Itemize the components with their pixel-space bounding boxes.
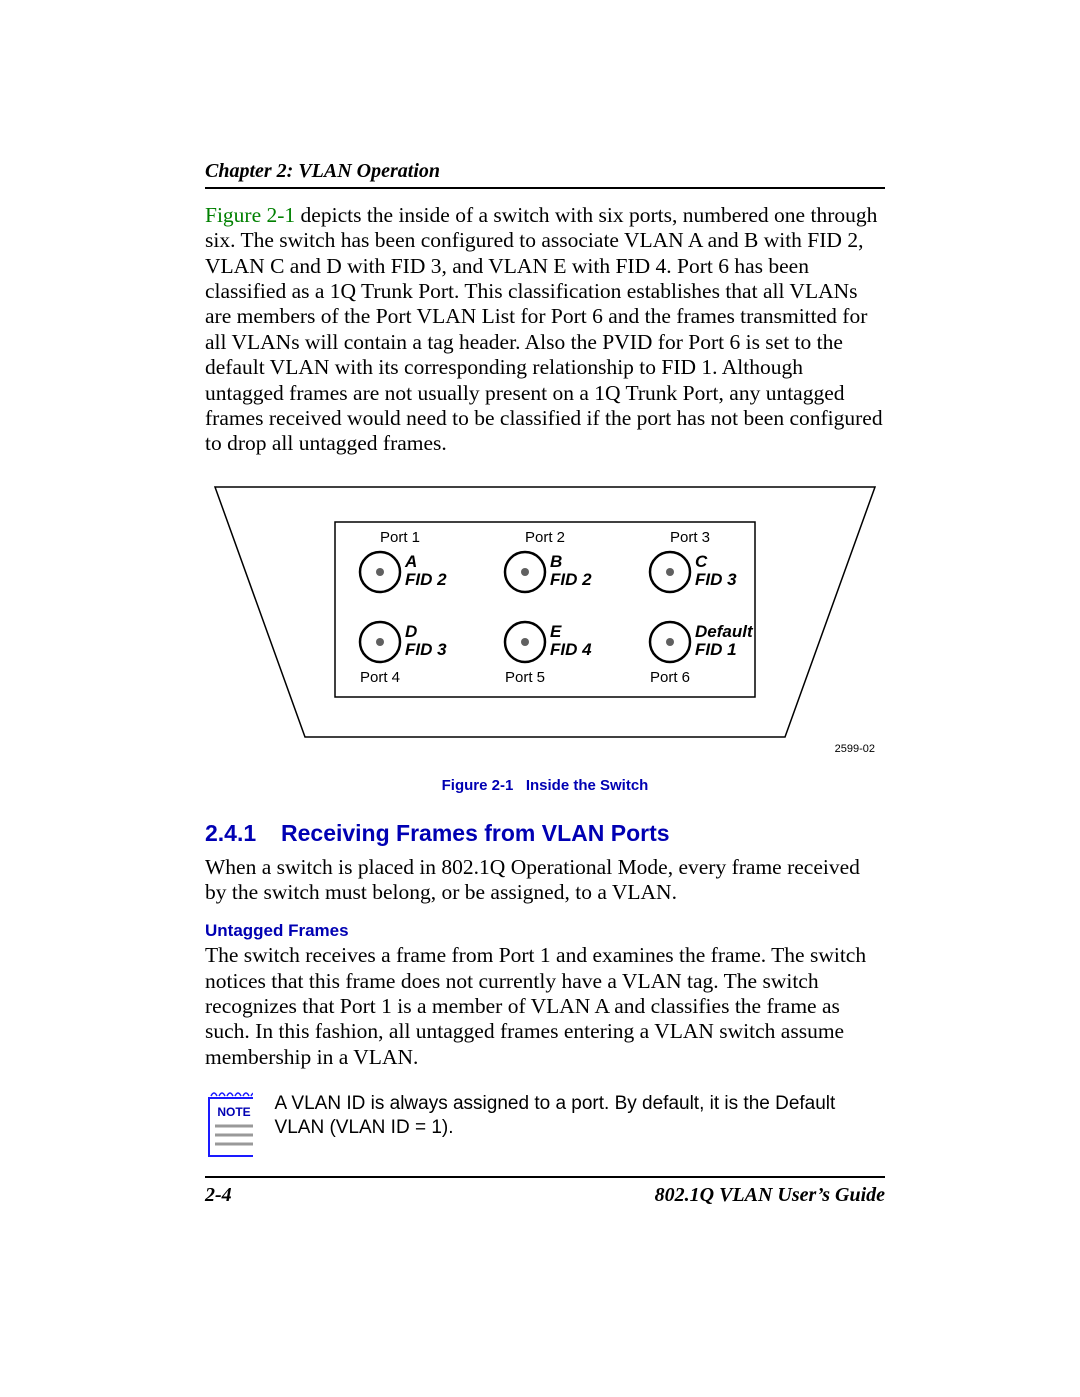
figure-caption-label: Figure 2-1 — [442, 777, 514, 794]
port-3-fid: FID 3 — [695, 570, 737, 589]
section-number: 2.4.1 — [205, 820, 281, 847]
port-2-fid: FID 2 — [550, 570, 592, 589]
port-6-vlan: Default — [695, 622, 754, 641]
port-6-fid: FID 1 — [695, 640, 737, 659]
port-5-label: Port 5 — [505, 669, 545, 686]
port-4-label: Port 4 — [360, 669, 400, 686]
port-6-circle — [650, 622, 690, 662]
footer-guide-title: 802.1Q VLAN User’s Guide — [655, 1184, 885, 1207]
subsection-body: The switch receives a frame from Port 1 … — [205, 943, 885, 1070]
switch-outline — [215, 487, 875, 737]
figure-caption: Figure 2-1 Inside the Switch — [205, 777, 885, 794]
intro-paragraph: Figure 2-1 depicts the inside of a switc… — [205, 203, 885, 457]
intro-text: depicts the inside of a switch with six … — [205, 203, 883, 455]
note-block: NOTE A VLAN ID is always assigned to a p… — [205, 1090, 885, 1160]
diagram-code: 2599-02 — [835, 743, 875, 755]
port-6-label: Port 6 — [650, 669, 690, 686]
port-5-vlan: E — [550, 622, 562, 641]
switch-diagram: 2599-02 Port 1 A FID 2 Port 2 B FID 2 Po… — [205, 477, 885, 767]
port-1-fid: FID 2 — [405, 570, 447, 589]
port-4-vlan: D — [405, 622, 417, 641]
port-5-circle — [505, 622, 545, 662]
port-1-circle — [360, 552, 400, 592]
page-footer: 2-4 802.1Q VLAN User’s Guide — [205, 1176, 885, 1207]
port-3-circle — [650, 552, 690, 592]
port-1-label: Port 1 — [380, 529, 420, 546]
port-1-vlan: A — [404, 552, 417, 571]
note-text: A VLAN ID is always assigned to a port. … — [275, 1090, 885, 1140]
section-intro: When a switch is placed in 802.1Q Operat… — [205, 855, 885, 906]
port-5-fid: FID 4 — [550, 640, 592, 659]
figure-2-1: 2599-02 Port 1 A FID 2 Port 2 B FID 2 Po… — [205, 477, 885, 794]
note-icon: NOTE — [205, 1090, 253, 1160]
section-heading: 2.4.1Receiving Frames from VLAN Ports — [205, 820, 885, 847]
figure-caption-title: Inside the Switch — [526, 777, 649, 794]
page: Chapter 2: VLAN Operation Figure 2-1 dep… — [0, 0, 1080, 1397]
port-2-label: Port 2 — [525, 529, 565, 546]
section-title: Receiving Frames from VLAN Ports — [281, 820, 670, 846]
note-label: NOTE — [217, 1105, 250, 1119]
port-2-vlan: B — [550, 552, 562, 571]
port-4-circle — [360, 622, 400, 662]
port-2-circle — [505, 552, 545, 592]
port-4-fid: FID 3 — [405, 640, 447, 659]
port-3-label: Port 3 — [670, 529, 710, 546]
running-header: Chapter 2: VLAN Operation — [205, 160, 885, 183]
figure-reference-link[interactable]: Figure 2-1 — [205, 203, 295, 227]
header-rule — [205, 187, 885, 189]
port-3-vlan: C — [695, 552, 708, 571]
footer-page-number: 2-4 — [205, 1184, 232, 1207]
subsection-heading: Untagged Frames — [205, 921, 885, 941]
